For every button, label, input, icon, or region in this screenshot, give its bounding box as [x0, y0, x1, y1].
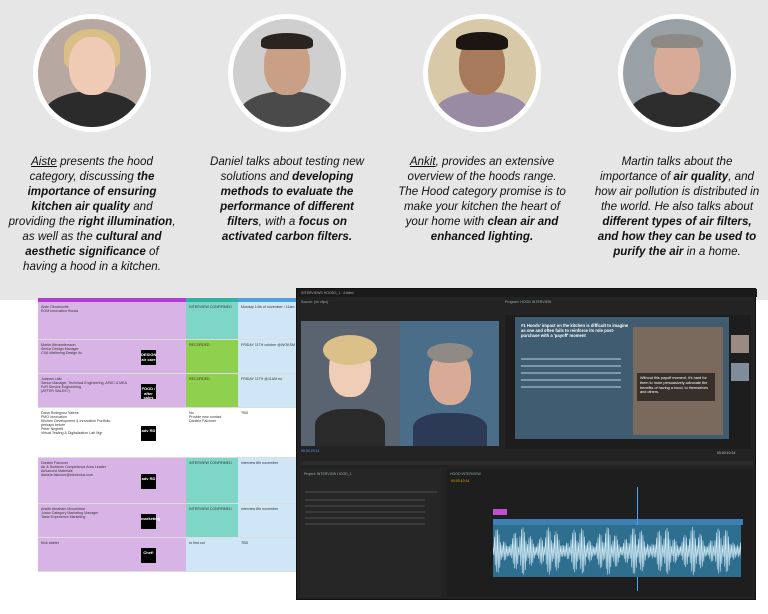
interview-video-frame	[301, 321, 499, 446]
person-card-daniel: Daniel talks about testing new solutions…	[202, 14, 372, 244]
description-fragment: Ankit	[409, 155, 436, 168]
table-cell: INTERVIEW CONFIRMED	[186, 302, 238, 339]
project-tab[interactable]: Project: INTERVIEW HOOD_1	[301, 469, 441, 479]
table-row: Martin Alexandersson Senior Design Manag…	[38, 340, 300, 374]
table-cell: Martin Alexandersson Senior Design Manag…	[38, 340, 186, 373]
avatar	[33, 14, 151, 132]
timeline-tab[interactable]: HOOD INTERVIEW	[447, 469, 753, 479]
program-monitor-tab[interactable]: Program: HOOD INTERVIEW	[505, 300, 551, 304]
avatar	[228, 14, 346, 132]
person-description: Ankit, provides an extensive overview of…	[397, 154, 567, 244]
person-description: Aiste presents the hood category, discus…	[7, 154, 177, 274]
description-fragment: air quality	[673, 170, 729, 183]
table-row: Kick starter to find out TBD Chef!	[38, 538, 300, 572]
presentation-slide: #1 Hoods' impact on the kitchen is diffi…	[515, 317, 729, 439]
audio-waveform-track[interactable]	[492, 525, 742, 577]
table-row: Ankith Abraham Moozhithal Junior Categor…	[38, 504, 300, 538]
description-fragment: right illumination	[78, 215, 173, 228]
table-cell: to find out	[186, 538, 238, 571]
program-timecode: 00:00:10:14	[717, 451, 736, 455]
slide-title: #1 Hoods' impact on the kitchen is diffi…	[521, 323, 629, 338]
table-cell: FRIDAY 11TH october @WOKSM	[238, 340, 300, 373]
table-cell: Daniele Falconer Air & Surfaces Competen…	[38, 458, 186, 503]
table-cell: FRIDAY 11TH @11AM eu	[238, 374, 300, 407]
department-logo: DESIGN air care	[141, 350, 156, 365]
department-logo: adv RD	[141, 426, 156, 441]
table-row: Dana Rodriguez Valens PMO Innovation Kit…	[38, 408, 300, 458]
department-logo: Chef!	[141, 548, 156, 563]
timeline-timecode: 00:00:10:14	[451, 479, 470, 483]
table-cell: RECORDED	[186, 374, 238, 407]
program-monitor: #1 Hoods' impact on the kitchen is diffi…	[505, 315, 751, 449]
table-cell: Monday 14th of november / 11am	[238, 302, 300, 339]
table-cell: No Provide new contact Daniele Falconer	[186, 408, 238, 457]
table-cell: interview 8th november	[238, 458, 300, 503]
person-card-martin: Martin talks about the importance of air…	[592, 14, 762, 259]
description-fragment: Aiste	[31, 155, 57, 168]
table-cell: Jolanan Lalic Senior Manager, Technical …	[38, 374, 186, 407]
table-cell: INTERVIEW CONFIRMED	[186, 504, 238, 537]
table-cell: Kick starter	[38, 538, 186, 571]
waveform-graphic	[492, 527, 742, 575]
table-cell: RECORDED	[186, 340, 238, 373]
table-row: Jolanan Lalic Senior Manager, Technical …	[38, 374, 300, 408]
avatar	[423, 14, 541, 132]
department-logo: adv RD	[141, 474, 156, 489]
source-timecode: 00:00:23:14	[301, 449, 320, 453]
table-cell: TBD	[238, 538, 300, 571]
table-row: Daniele Falconer Air & Surfaces Competen…	[38, 458, 300, 504]
department-logo: marketing	[141, 514, 160, 529]
description-fragment: , with a	[258, 215, 299, 228]
person-description: Martin talks about the importance of air…	[592, 154, 762, 259]
description-fragment: in a home.	[683, 245, 741, 258]
department-logo: FOOD / after sales	[141, 384, 156, 400]
table-cell: TBD	[238, 408, 300, 457]
person-card-ankit: Ankit, provides an extensive overview of…	[397, 14, 567, 244]
transport-controls[interactable]	[301, 461, 753, 465]
table-cell: INTERVIEW CONFIRMED	[186, 458, 238, 503]
interview-schedule-sheet: Aiste Obrotnovite EOM Innovation Hoods IN…	[38, 298, 300, 572]
source-monitor-tab[interactable]: Source: (no clips)	[301, 300, 328, 304]
editor-title-bar: INTERVIEWS HOODS_1 - Edited	[297, 289, 757, 297]
table-cell: Ankith Abraham Moozhithal Junior Categor…	[38, 504, 186, 537]
project-panel: Project: INTERVIEW HOOD_1	[301, 469, 441, 597]
slide-quote: Without this payoff moment, it's hard fo…	[637, 373, 715, 401]
avatar	[618, 14, 736, 132]
person-description: Daniel talks about testing new solutions…	[202, 154, 372, 244]
person-card-aiste: Aiste presents the hood category, discus…	[7, 14, 177, 274]
video-editor-window: INTERVIEWS HOODS_1 - Edited Source: (no …	[296, 288, 757, 600]
table-cell: Aiste Obrotnovite EOM Innovation Hoods	[38, 302, 186, 339]
table-row: Aiste Obrotnovite EOM Innovation Hoods IN…	[38, 302, 300, 340]
table-cell: Dana Rodriguez Valens PMO Innovation Kit…	[38, 408, 186, 457]
table-cell: interview 8th november	[238, 504, 300, 537]
